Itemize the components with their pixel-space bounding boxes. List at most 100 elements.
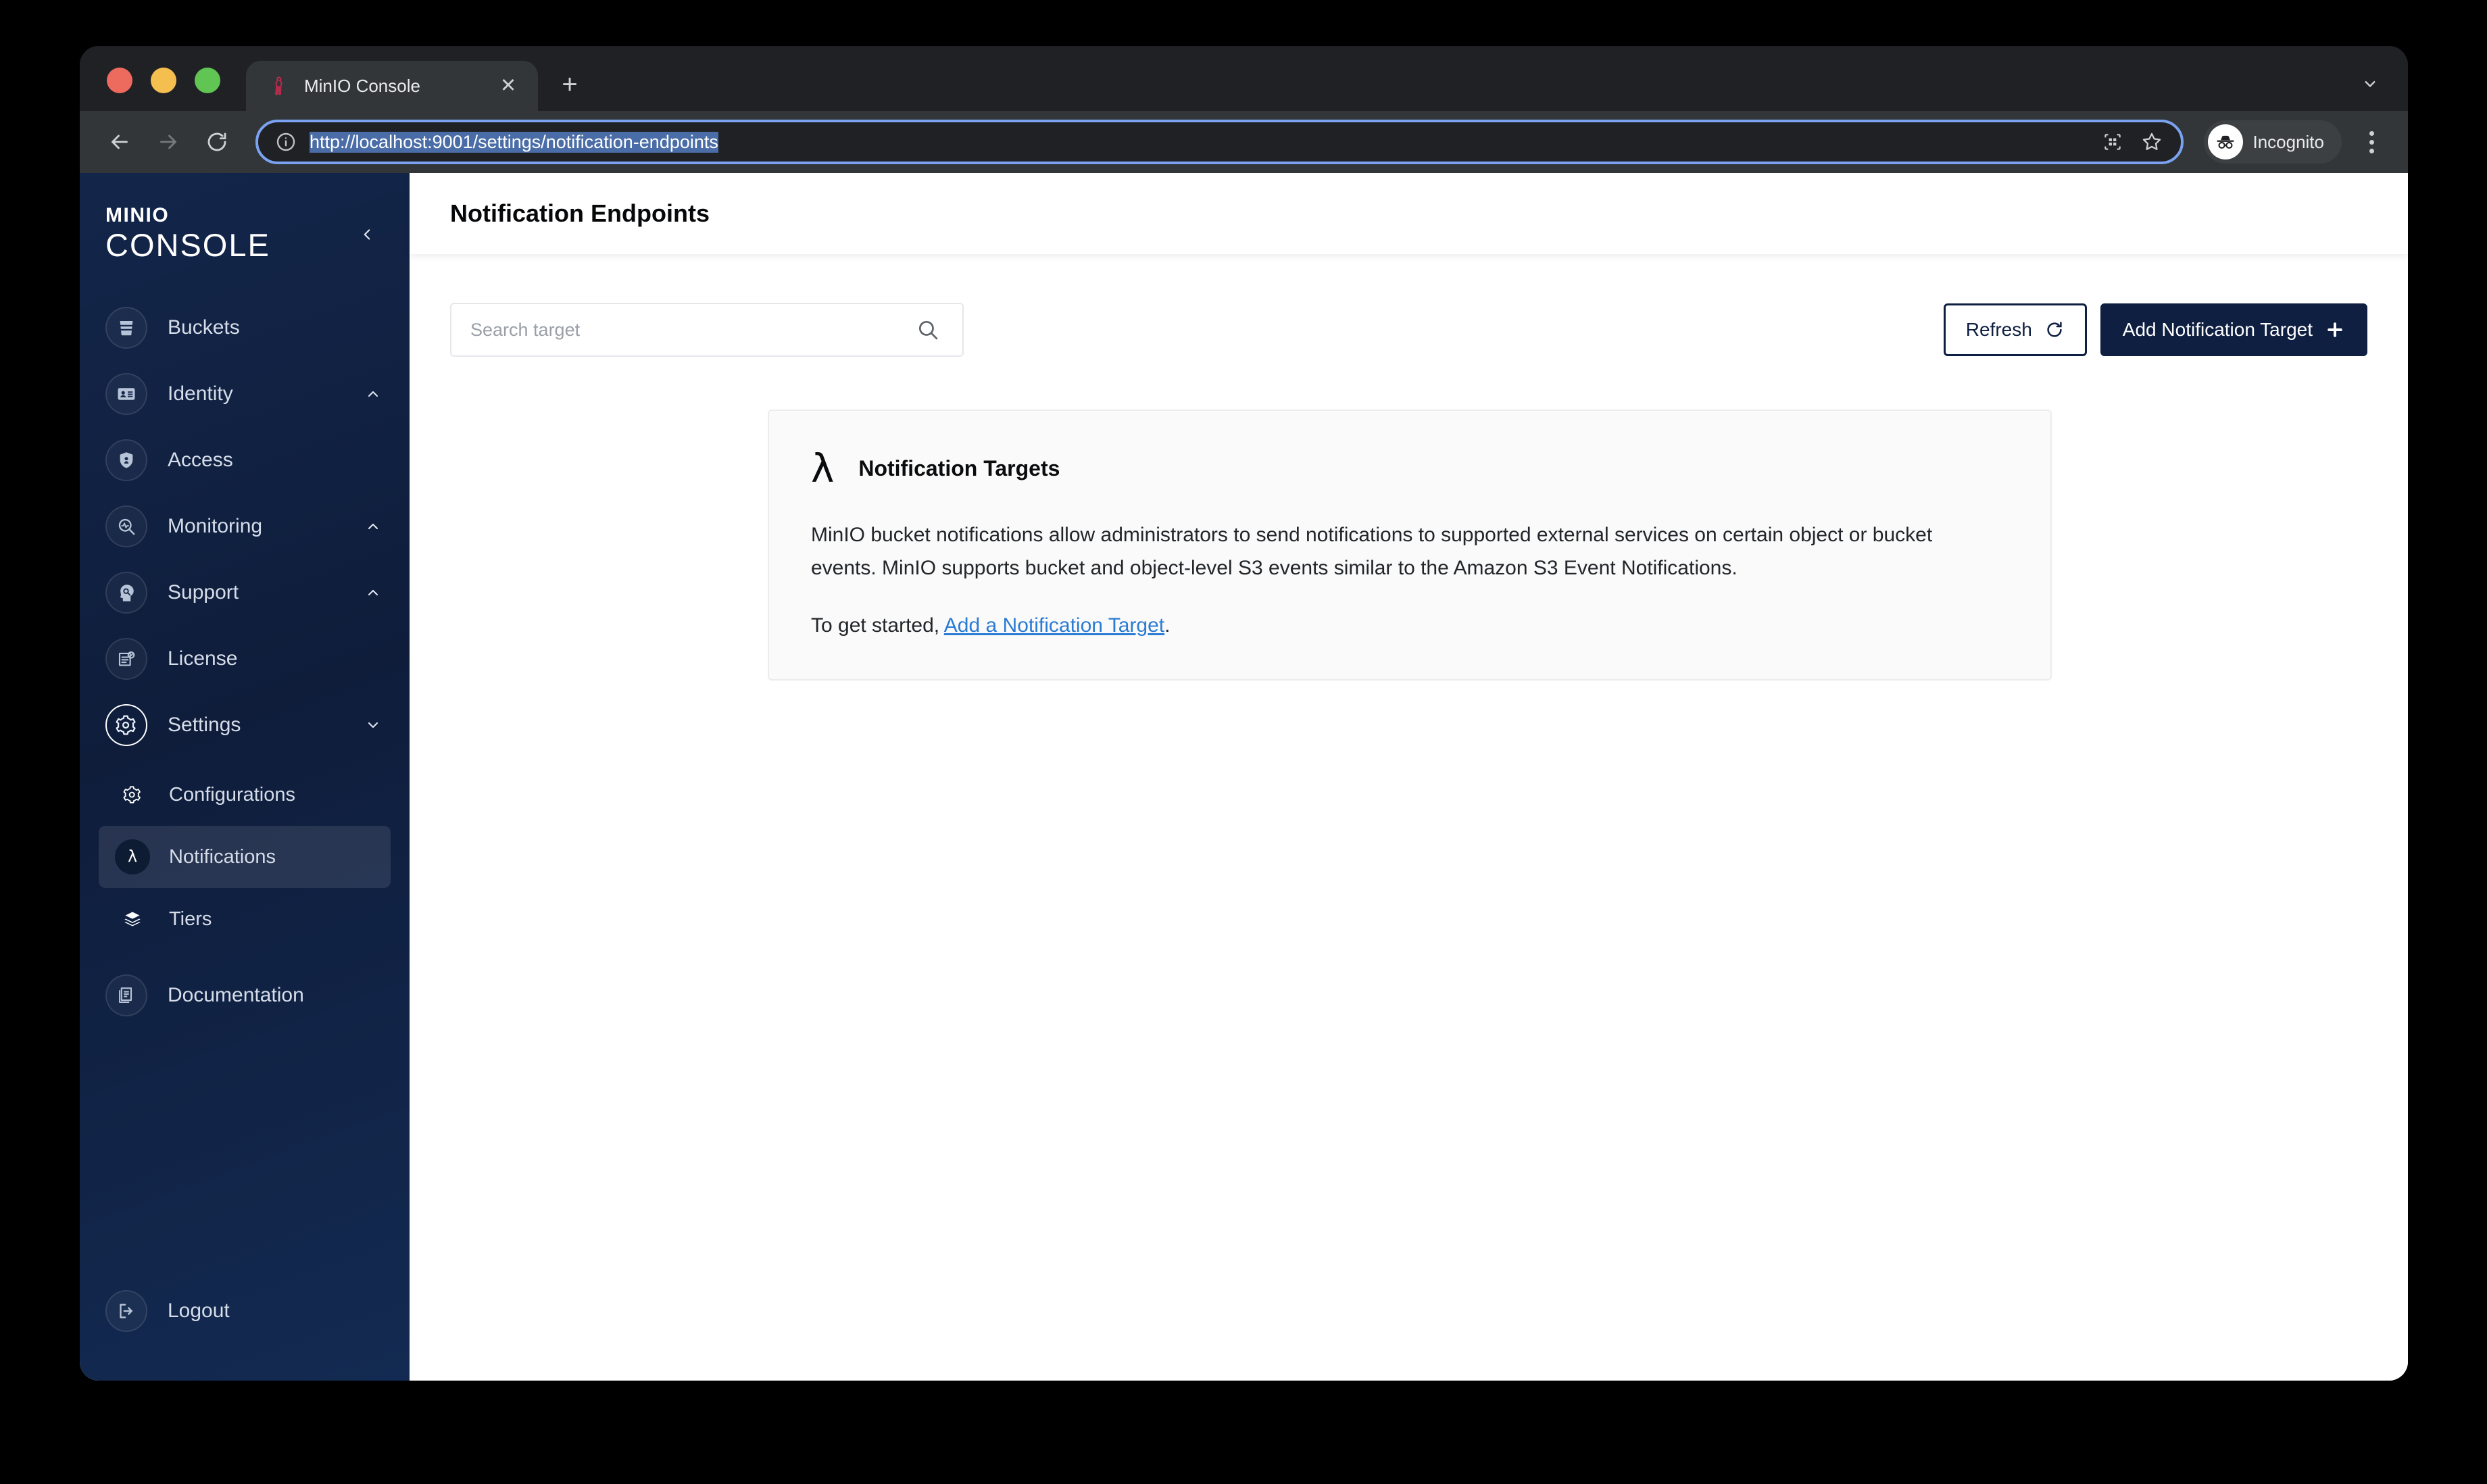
chevron-down-icon[interactable] bbox=[360, 712, 387, 739]
sidebar-item-label: Logout bbox=[168, 1300, 230, 1322]
incognito-label: Incognito bbox=[2252, 131, 2324, 152]
notification-targets-info-panel: λ Notification Targets MinIO bucket noti… bbox=[768, 410, 2052, 681]
reload-icon[interactable] bbox=[195, 120, 239, 164]
logo-minio: MINIO bbox=[105, 204, 170, 226]
arrow-right-icon[interactable] bbox=[146, 120, 191, 164]
tab-title: MinIO Console bbox=[304, 75, 420, 96]
star-icon[interactable] bbox=[2132, 122, 2171, 162]
address-bar[interactable]: http://localhost:9001/settings/notificat… bbox=[255, 120, 2184, 164]
incognito-icon bbox=[2208, 124, 2244, 159]
get-started-prefix: To get started, bbox=[811, 614, 944, 637]
sidebar-item-label: Buckets bbox=[168, 316, 240, 339]
sidebar-item-notifications[interactable]: λ Notifications bbox=[99, 826, 391, 889]
info-panel-title: Notification Targets bbox=[858, 455, 1060, 480]
sidebar-item-documentation[interactable]: Documentation bbox=[80, 962, 410, 1029]
browser-toolbar: http://localhost:9001/settings/notificat… bbox=[80, 111, 2408, 173]
info-panel-get-started: To get started, Add a Notification Targe… bbox=[811, 614, 2009, 637]
sidebar-bottom: Logout bbox=[80, 1278, 410, 1381]
browser-tab-strip: MinIO Console ✕ + bbox=[80, 46, 2408, 111]
logout-icon bbox=[105, 1290, 147, 1332]
arrow-left-icon[interactable] bbox=[97, 120, 142, 164]
sidebar-item-tiers[interactable]: Tiers bbox=[99, 888, 391, 950]
sidebar-nav: Buckets Identity Access Monitoring Suppo… bbox=[80, 295, 410, 1029]
chevron-up-icon[interactable] bbox=[360, 513, 387, 540]
gear-icon bbox=[115, 777, 150, 812]
info-panel-header: λ Notification Targets bbox=[811, 449, 2009, 488]
sidebar-item-monitoring[interactable]: Monitoring bbox=[80, 493, 410, 560]
lambda-icon: λ bbox=[811, 445, 835, 491]
window-controls bbox=[80, 68, 220, 111]
lambda-icon: λ bbox=[115, 839, 150, 875]
incognito-profile-chip[interactable]: Incognito bbox=[2204, 120, 2342, 164]
logo-text: MINIO CONSOLE bbox=[105, 205, 351, 264]
bucket-icon bbox=[105, 307, 147, 349]
info-circle-icon[interactable] bbox=[273, 129, 299, 155]
search-input[interactable] bbox=[470, 319, 912, 341]
page-header: Notification Endpoints bbox=[410, 173, 2408, 254]
layers-icon bbox=[115, 901, 150, 937]
main-content: Notification Endpoints Search target Ref… bbox=[410, 173, 2408, 1381]
browser-tab[interactable]: MinIO Console ✕ bbox=[246, 61, 538, 111]
sidebar-logo[interactable]: MINIO CONSOLE bbox=[80, 173, 410, 264]
info-panel-body: MinIO bucket notifications allow adminis… bbox=[811, 524, 1933, 579]
search-icon[interactable] bbox=[912, 314, 943, 345]
sidebar: MINIO CONSOLE Buckets Identity Access Mo… bbox=[80, 173, 410, 1381]
minio-flamingo-icon bbox=[266, 74, 289, 97]
chevron-up-icon[interactable] bbox=[360, 579, 387, 606]
refresh-button-label: Refresh bbox=[1965, 319, 2032, 340]
sidebar-item-label: Identity bbox=[168, 382, 233, 405]
sidebar-item-buckets[interactable]: Buckets bbox=[80, 295, 410, 361]
sidebar-subitem-label: Tiers bbox=[169, 908, 212, 930]
chevron-left-icon[interactable] bbox=[351, 219, 383, 250]
page-title: Notification Endpoints bbox=[450, 199, 710, 227]
sidebar-item-identity[interactable]: Identity bbox=[80, 361, 410, 427]
url-selection: http://localhost:9001/settings/notificat… bbox=[310, 131, 718, 153]
identity-card-icon bbox=[105, 373, 147, 416]
sidebar-subitem-label: Notifications bbox=[169, 845, 276, 868]
sidebar-subitem-label: Configurations bbox=[169, 783, 295, 806]
close-icon[interactable]: ✕ bbox=[495, 72, 522, 99]
documentation-icon bbox=[105, 974, 147, 1017]
content-area: Refresh Add Notification Target bbox=[410, 254, 2408, 681]
chevron-up-icon[interactable] bbox=[360, 380, 387, 407]
url-text: http://localhost:9001/settings/notificat… bbox=[310, 131, 2093, 153]
sidebar-item-label: Documentation bbox=[168, 984, 304, 1007]
minimize-window-button[interactable] bbox=[151, 68, 176, 93]
add-notification-target-button[interactable]: Add Notification Target bbox=[2100, 303, 2367, 356]
sidebar-item-support[interactable]: Support bbox=[80, 560, 410, 626]
sidebar-item-label: Settings bbox=[168, 714, 241, 737]
add-notification-target-link[interactable]: Add a Notification Target bbox=[944, 614, 1164, 637]
license-icon bbox=[105, 638, 147, 681]
sidebar-item-label: Support bbox=[168, 581, 239, 604]
browser-window: MinIO Console ✕ + http://localhost:9001/… bbox=[80, 46, 2408, 1381]
sidebar-flex-spacer bbox=[80, 1029, 410, 1278]
add-button-label: Add Notification Target bbox=[2122, 319, 2313, 340]
support-head-icon bbox=[105, 572, 147, 614]
svg-text:λ: λ bbox=[128, 847, 137, 866]
monitoring-icon bbox=[105, 505, 147, 548]
sidebar-item-access[interactable]: Access bbox=[80, 427, 410, 493]
close-window-button[interactable] bbox=[107, 68, 132, 93]
sidebar-item-license[interactable]: License bbox=[80, 626, 410, 692]
maximize-window-button[interactable] bbox=[195, 68, 220, 93]
sidebar-item-settings[interactable]: Settings bbox=[80, 692, 410, 758]
sidebar-item-logout[interactable]: Logout bbox=[80, 1278, 410, 1344]
sidebar-item-configurations[interactable]: Configurations bbox=[99, 764, 391, 826]
plus-icon bbox=[2325, 320, 2345, 340]
refresh-icon bbox=[2044, 320, 2065, 340]
sidebar-item-label: License bbox=[168, 647, 238, 670]
kebab-menu-icon[interactable] bbox=[2351, 122, 2392, 162]
refresh-button[interactable]: Refresh bbox=[1943, 303, 2087, 356]
search-target-box[interactable] bbox=[450, 303, 964, 357]
qr-code-icon[interactable] bbox=[2093, 122, 2132, 162]
actions-toolbar: Refresh Add Notification Target bbox=[450, 303, 2367, 357]
plus-icon[interactable]: + bbox=[549, 64, 591, 105]
settings-submenu: Configurations λ Notifications Tiers bbox=[80, 758, 410, 950]
lock-shield-icon bbox=[105, 439, 147, 482]
chevron-down-icon[interactable] bbox=[2350, 64, 2390, 104]
gear-icon bbox=[105, 704, 147, 747]
sidebar-item-label: Access bbox=[168, 449, 233, 472]
logo-console: CONSOLE bbox=[105, 227, 270, 263]
page-viewport: MINIO CONSOLE Buckets Identity Access Mo… bbox=[80, 173, 2408, 1381]
get-started-suffix: . bbox=[1164, 614, 1171, 637]
